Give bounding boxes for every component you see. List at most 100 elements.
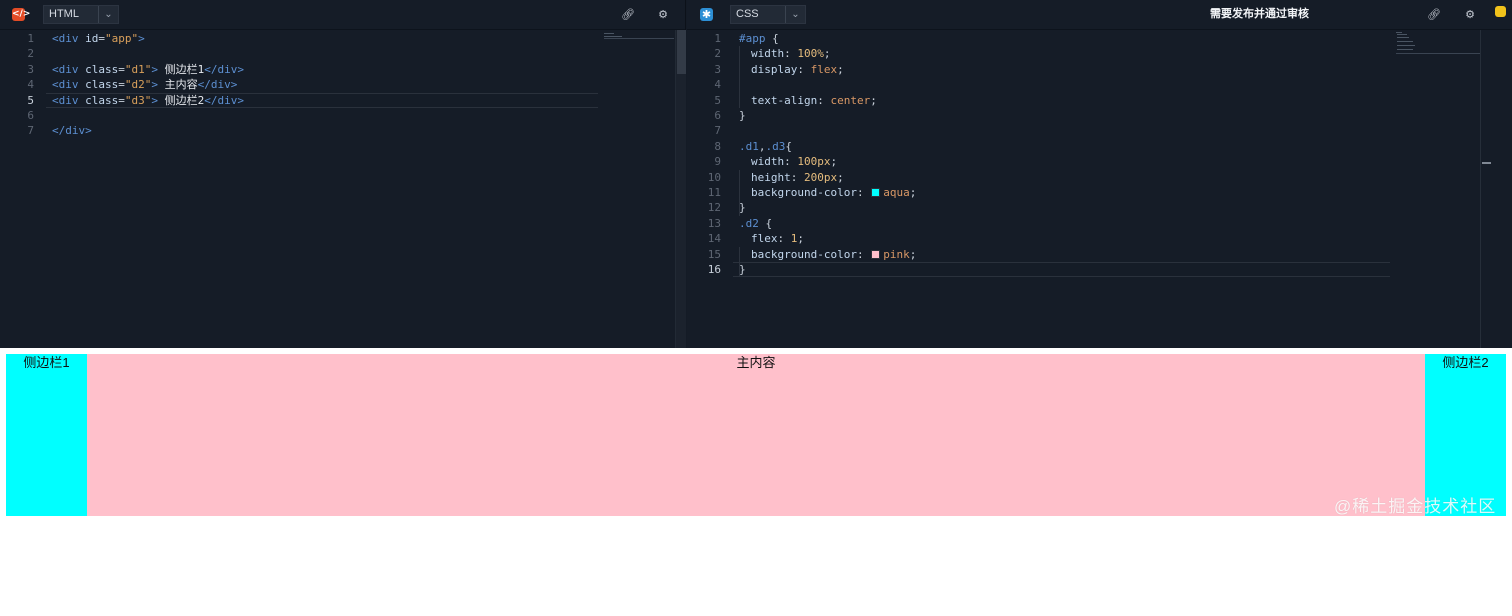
code-token: 200px (804, 170, 838, 184)
color-swatch-pink[interactable] (871, 249, 881, 259)
code-token: } (739, 263, 746, 276)
watermark: @稀土掘金技术社区 (1334, 497, 1497, 516)
warning-icon[interactable] (1495, 6, 1506, 17)
line-number: 2 (27, 47, 34, 61)
code-token: <div (52, 78, 86, 92)
line-number: 13 (707, 216, 721, 230)
code-line: background-color: aqua; (751, 185, 916, 200)
code-line: .d2 { (739, 216, 772, 231)
code-token: = (118, 62, 125, 76)
line-number: 5 (714, 93, 721, 107)
chevron-down-icon: ⌄ (98, 6, 118, 23)
code-token: pink (883, 247, 910, 261)
code-token: { (765, 32, 779, 45)
code-line: <div class="d2"> 主内容</div> (52, 77, 237, 92)
css-scrollbar[interactable] (1480, 30, 1491, 348)
code-line: .d1,.d3{ (739, 139, 792, 154)
minimap-line (1397, 37, 1409, 38)
code-token: = (118, 78, 125, 92)
code-token: text-align (751, 93, 818, 107)
line-number: 14 (707, 232, 721, 246)
publish-review-notice: 需要发布并通过审核 (1210, 8, 1309, 20)
sidebar-right: 侧边栏2 (1425, 354, 1506, 516)
code-token: > (151, 93, 158, 107)
code-token: "d1" (124, 62, 152, 76)
color-swatch-aqua[interactable] (871, 188, 881, 197)
active-line-highlight (733, 262, 1390, 278)
link-icon[interactable]: 🔗︎ (1427, 8, 1441, 22)
code-token: : (784, 47, 798, 61)
line-number: 4 (27, 78, 34, 92)
minimap-line (1396, 32, 1402, 33)
code-token: width (751, 155, 785, 169)
code-token: : (790, 170, 804, 184)
minimap-line (1396, 53, 1480, 54)
css-minimap[interactable] (1396, 32, 1480, 54)
code-token: </div> (197, 78, 238, 92)
code-token: : (784, 155, 798, 169)
html-scrollbar[interactable] (675, 30, 686, 348)
code-token: flex (810, 62, 838, 76)
code-token: #app (739, 32, 766, 45)
code-token: <div (52, 93, 86, 107)
code-token: id (85, 32, 99, 45)
gear-icon[interactable]: ⚙ (656, 8, 670, 22)
code-token: : (856, 247, 871, 261)
minimap-line (1397, 45, 1415, 46)
html-minimap[interactable] (604, 32, 674, 54)
html-code-icon: </> (12, 8, 31, 21)
code-token: </div> (52, 124, 92, 138)
css-code-area[interactable]: 1 2 3 4 5 6 7 8 9 10 11 12 13 14 15 16 #… (687, 31, 1392, 348)
code-line: } (739, 108, 746, 123)
line-number: 1 (714, 32, 721, 45)
code-token: = (98, 32, 105, 45)
indent-guide (739, 46, 740, 108)
code-token: } (739, 201, 746, 215)
code-token: ; (797, 232, 804, 246)
minimap-line (604, 36, 622, 37)
code-token: .d1 (739, 139, 759, 153)
code-token: height (751, 170, 791, 184)
code-token: ; (830, 155, 838, 169)
code-token: .d3 (765, 139, 786, 153)
code-token: > (151, 78, 158, 92)
result-preview: 侧边栏1 主内容 侧边栏2 (6, 354, 1506, 516)
code-line: flex: 1; (751, 231, 804, 246)
minimap-line (604, 38, 674, 39)
code-token: > (151, 62, 158, 76)
code-token: ; (837, 170, 844, 184)
code-token: { (758, 216, 773, 230)
html-code-area[interactable]: 1 2 3 4 5 6 7 <div id="app"> <div class=… (0, 31, 600, 348)
line-number: 7 (714, 124, 721, 138)
scrollbar-thumb[interactable] (677, 30, 686, 74)
code-line: width: 100px; (751, 154, 837, 169)
code-editors: </> HTML ⌄ 🔗︎ ⚙ 1 2 3 4 5 6 7 <div id="a… (0, 0, 1512, 348)
code-token: : (777, 232, 791, 246)
code-token: </div> (204, 93, 244, 107)
line-number: 12 (707, 201, 721, 215)
line-number: 3 (714, 62, 721, 76)
sidebar-left: 侧边栏1 (6, 354, 87, 516)
chevron-down-icon: ⌄ (785, 6, 805, 23)
css-language-label: CSS (736, 8, 759, 20)
code-line: background-color: pink; (751, 247, 916, 262)
code-token: = (118, 93, 125, 107)
code-token: ; (837, 62, 844, 76)
line-number: 15 (707, 247, 721, 261)
minimap-line (1397, 41, 1413, 42)
code-line: } (739, 200, 746, 215)
code-token: ; (909, 247, 917, 261)
code-line: </div> (52, 123, 92, 138)
minimap-line (1397, 34, 1407, 35)
html-language-select[interactable]: HTML ⌄ (43, 5, 119, 24)
line-number: 1 (27, 32, 34, 45)
code-token: flex (751, 232, 778, 246)
code-line: width: 100%; (751, 46, 831, 61)
css-language-select[interactable]: CSS ⌄ (730, 5, 806, 24)
gear-icon[interactable]: ⚙ (1463, 8, 1477, 22)
code-token: ; (870, 93, 877, 107)
link-icon[interactable]: 🔗︎ (621, 8, 635, 22)
code-line: <div class="d3"> 侧边栏2</div> (52, 93, 244, 108)
code-token: <div (52, 32, 86, 45)
code-token: } (739, 109, 746, 122)
